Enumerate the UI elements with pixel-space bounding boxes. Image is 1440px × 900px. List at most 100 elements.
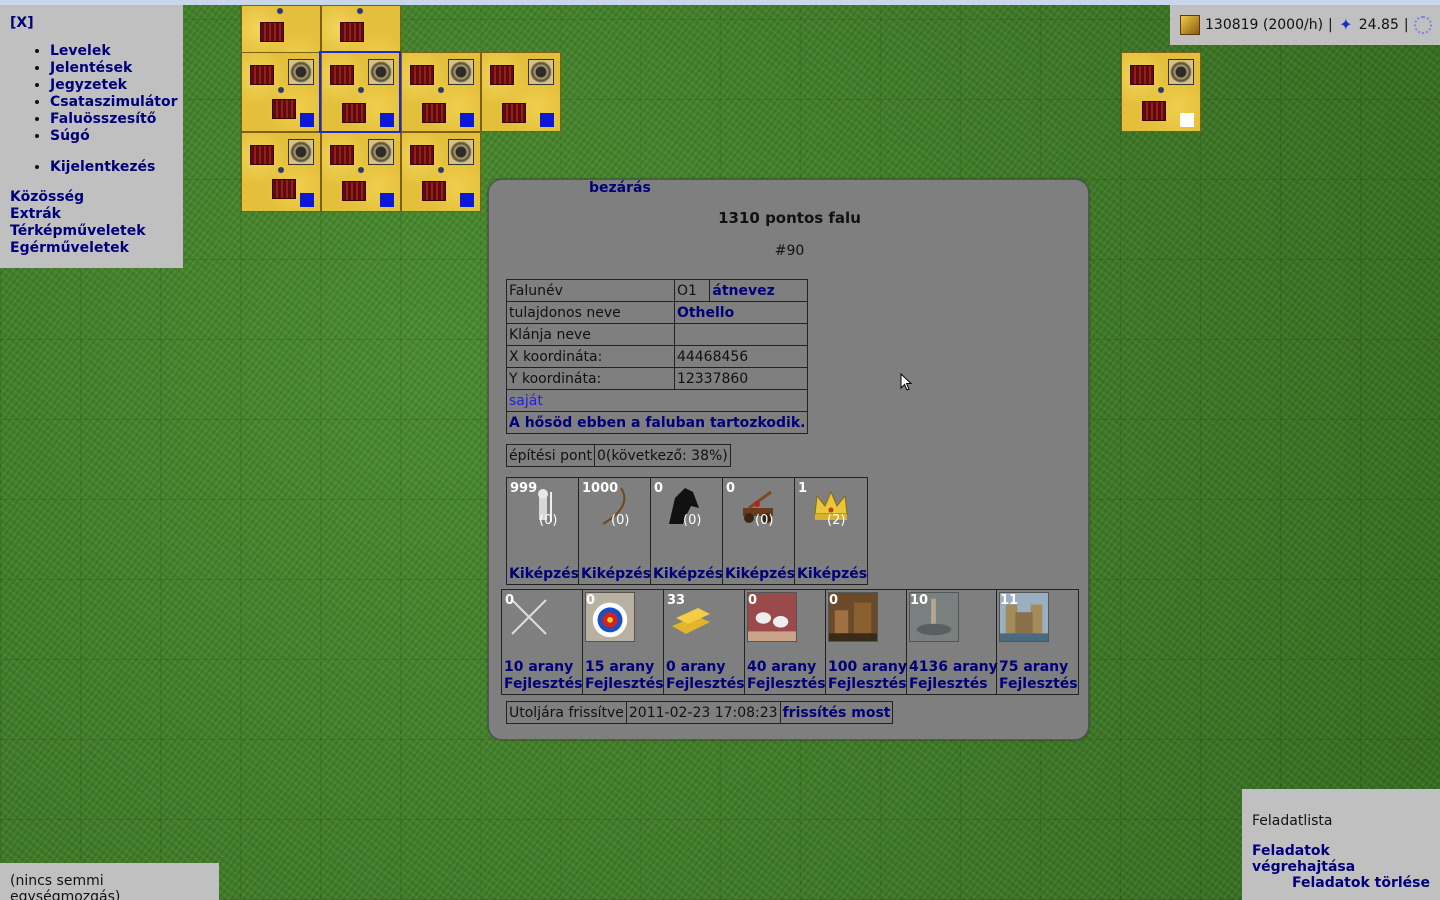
upgrade-button[interactable]: Fejlesztés — [747, 676, 826, 692]
menu-item-reports: Jelentések — [50, 60, 173, 77]
rename-cell: átnevez — [709, 279, 809, 302]
unit-queue: (0) — [539, 513, 558, 528]
movements-text: (nincs semmi egységmozgás) — [10, 873, 121, 900]
upgrade-level: 0 — [505, 593, 515, 608]
owner-link[interactable]: Othello — [677, 305, 734, 321]
upgrade-level: 11 — [1000, 593, 1019, 608]
mouse-operations-link[interactable]: Egérműveletek — [10, 240, 173, 257]
popup-close-link[interactable]: bezárás — [589, 180, 651, 196]
upgrade-level: 10 — [910, 593, 929, 608]
upgrades-row: 0 10 arany Fejlesztés 0 15 arany Fejlesz… — [501, 589, 1079, 695]
table-row: X koordináta: 44468456 — [506, 345, 809, 368]
train-button[interactable]: Kiképzés — [581, 566, 651, 582]
resource-status-bar: 130819 (2000/h) | ✦ 24.85 | — [1170, 5, 1440, 45]
train-button[interactable]: Kiképzés — [653, 566, 723, 582]
unit-catapult: 0 (0) Kiképzés — [723, 478, 795, 584]
table-row: tulajdonos neve Othello — [506, 301, 809, 324]
unit-count: 999 — [510, 481, 538, 496]
reports-link[interactable]: Jelentések — [50, 60, 132, 76]
side-menu: [X] Levelek Jelentések Jegyzetek Csatasz… — [0, 5, 183, 268]
menu-item-logout: Kijelentkezés — [50, 159, 173, 176]
hero-link[interactable]: A hősöd ebben a faluban tartozkodik. — [509, 415, 805, 431]
unit-count: 0 — [726, 481, 736, 496]
village-info-table: Falunév O1 átnevez tulajdonos neve Othel… — [505, 279, 809, 434]
hero-cell: A hősöd ebben a faluban tartozkodik. — [505, 411, 809, 434]
upgrade-button[interactable]: Fejlesztés — [828, 676, 907, 692]
letters-link[interactable]: Levelek — [50, 43, 111, 59]
upgrade-workshop: 0 100 arany Fejlesztés — [826, 590, 907, 694]
village-tile[interactable] — [321, 132, 401, 212]
village-tile[interactable] — [401, 132, 481, 212]
execute-tasks-link[interactable]: Feladatok végrehajtása — [1252, 843, 1355, 875]
upgrade-market: 10 4136 arany Fejlesztés — [907, 590, 998, 694]
table-row: Utoljára frissítve 2011-02-23 17:08:23 f… — [506, 701, 894, 724]
unit-queue: (0) — [683, 513, 702, 528]
unit-movements-panel: (nincs semmi egységmozgás) — [0, 863, 219, 900]
task-list-title: Feladatlista — [1252, 813, 1333, 829]
village-tile[interactable] — [241, 132, 321, 212]
upgrade-gold: 33 0 arany Fejlesztés — [664, 590, 745, 694]
menu-item-notes: Jegyzetek — [50, 77, 173, 94]
village-tile[interactable] — [1121, 52, 1201, 132]
village-tile[interactable] — [481, 52, 561, 132]
upgrade-level: 33 — [667, 593, 686, 608]
refresh-cell: frissítés most — [779, 701, 894, 724]
unit-count: 1 — [798, 481, 808, 496]
rename-link[interactable]: átnevez — [712, 283, 774, 299]
village-overview-link[interactable]: Faluösszesítő — [50, 111, 156, 127]
y-coord-value: 12337860 — [673, 367, 809, 390]
upgrade-cost[interactable]: 100 arany — [828, 659, 907, 675]
y-coord-label: Y koordináta: — [506, 367, 675, 390]
gold-amount: 130819 (2000/h) — [1205, 17, 1324, 33]
refresh-now-link[interactable]: frissítés most — [783, 705, 891, 721]
upgrade-cost[interactable]: 75 arany — [999, 659, 1068, 675]
gold-icon — [1180, 15, 1200, 35]
logout-link[interactable]: Kijelentkezés — [50, 159, 155, 175]
upgrade-cost[interactable]: 10 arany — [504, 659, 573, 675]
build-points-label: építési pont — [506, 444, 595, 467]
unit-horse: 0 (0) Kiképzés — [651, 478, 723, 584]
unit-swordsman: 999 (0) Kiképzés — [507, 478, 579, 584]
extras-link[interactable]: Extrák — [10, 206, 173, 223]
own-village-label: saját — [505, 389, 809, 412]
upgrade-button[interactable]: Fejlesztés — [999, 676, 1078, 692]
upgrade-button[interactable]: Fejlesztés — [666, 676, 745, 692]
notes-link[interactable]: Jegyzetek — [50, 77, 127, 93]
village-tile[interactable] — [401, 52, 481, 132]
menu-list: Levelek Jelentések Jegyzetek Csataszimul… — [50, 43, 178, 145]
clear-tasks-link[interactable]: Feladatok törlése — [1292, 875, 1430, 891]
menu-item-overview: Faluösszesítő — [50, 111, 173, 128]
unit-queue: (0) — [755, 513, 774, 528]
separator: | — [1328, 17, 1333, 33]
unit-count: 1000 — [582, 481, 619, 496]
upgrade-level: 0 — [748, 593, 758, 608]
mouse-cursor-icon — [900, 373, 913, 391]
train-button[interactable]: Kiképzés — [509, 566, 579, 582]
table-row: saját — [505, 389, 809, 412]
upgrade-weapons: 0 10 arany Fejlesztés — [502, 590, 583, 694]
train-button[interactable]: Kiképzés — [725, 566, 795, 582]
upgrade-button[interactable]: Fejlesztés — [585, 676, 664, 692]
refresh-table: Utoljára frissítve 2011-02-23 17:08:23 f… — [506, 701, 894, 724]
clan-label: Klánja neve — [506, 323, 675, 346]
table-row: Y koordináta: 12337860 — [506, 367, 809, 390]
help-link[interactable]: Súgó — [50, 128, 90, 144]
points-value: 24.85 — [1358, 17, 1399, 33]
upgrade-cost[interactable]: 15 arany — [585, 659, 654, 675]
community-link[interactable]: Közösség — [10, 189, 173, 206]
village-title: 1310 pontos falu — [718, 209, 861, 227]
last-updated-value: 2011-02-23 17:08:23 — [625, 701, 781, 724]
close-menu-link[interactable]: [X] — [10, 15, 173, 31]
upgrade-button[interactable]: Fejlesztés — [504, 676, 583, 692]
upgrade-cost[interactable]: 0 arany — [666, 659, 726, 675]
village-id: #90 — [774, 243, 805, 259]
battle-simulator-link[interactable]: Csataszimulátor — [50, 94, 178, 110]
upgrade-cost[interactable]: 4136 arany — [909, 659, 998, 675]
map-operations-link[interactable]: Térképműveletek — [10, 223, 173, 240]
selection-box — [319, 51, 401, 133]
village-tile[interactable] — [241, 52, 321, 132]
upgrade-cost[interactable]: 40 arany — [747, 659, 816, 675]
train-button[interactable]: Kiképzés — [797, 566, 867, 582]
separator: | — [1403, 17, 1409, 33]
upgrade-button[interactable]: Fejlesztés — [909, 676, 988, 692]
